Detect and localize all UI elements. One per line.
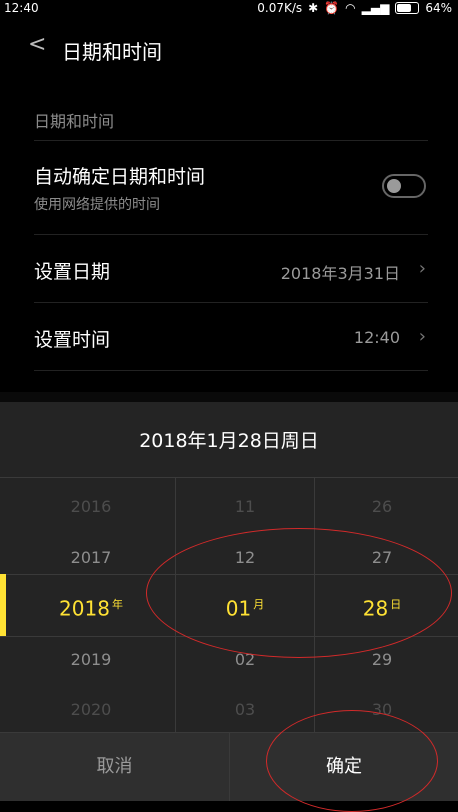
annotation-circle [146, 528, 452, 658]
auto-datetime-sub: 使用网络提供的时间 [34, 197, 160, 213]
top-bar: < 日期和时间 [0, 18, 458, 78]
toggle-knob [387, 179, 401, 193]
year-option[interactable]: 2020 [8, 700, 174, 719]
day-option[interactable]: 26 [314, 497, 450, 516]
status-time: 12:40 [4, 1, 39, 15]
status-bar: 12:40 0.07K/s ✱ ⏰ ◠ ▂▄▆ 64% [0, 0, 458, 18]
divider [34, 302, 428, 303]
back-arrow-icon[interactable]: < [28, 32, 46, 57]
picker-title: 2018年1月28日周日 [139, 430, 319, 452]
auto-datetime-label: 自动确定日期和时间 [34, 166, 206, 188]
annotation-circle [266, 710, 438, 812]
year-option[interactable]: 2017 [8, 548, 174, 567]
set-time-value: 12:40 [353, 328, 400, 347]
set-date-label: 设置日期 [34, 261, 111, 283]
chevron-right-icon: › [418, 326, 426, 347]
year-option[interactable]: 2016 [8, 497, 174, 516]
selection-accent-bar [0, 574, 6, 636]
month-option[interactable]: 03 [176, 700, 314, 719]
page-title: 日期和时间 [62, 40, 162, 64]
chevron-right-icon: › [418, 258, 426, 279]
set-time-label: 设置时间 [34, 329, 111, 351]
signal-icon: ▂▄▆ [361, 1, 390, 15]
status-icons: 0.07K/s ✱ ⏰ ◠ ▂▄▆ 64% [257, 1, 452, 15]
battery-percent: 64% [425, 1, 452, 15]
cancel-button[interactable]: 取消 [0, 733, 230, 801]
auto-datetime-toggle[interactable] [382, 174, 426, 198]
divider [34, 140, 428, 141]
section-label: 日期和时间 [34, 112, 115, 131]
alarm-off-icon: ⏰ [324, 1, 340, 15]
year-value: 2018 [59, 596, 110, 621]
bluetooth-icon: ✱ [308, 1, 319, 15]
divider [34, 370, 428, 371]
year-suffix: 年 [111, 598, 123, 611]
year-option[interactable]: 2019 [8, 650, 174, 669]
month-option[interactable]: 11 [176, 497, 314, 516]
battery-icon [395, 2, 420, 14]
net-speed: 0.07K/s [257, 1, 303, 15]
wifi-icon: ◠ [345, 1, 356, 15]
set-date-value: 2018年3月31日 [280, 264, 400, 283]
divider [34, 234, 428, 235]
